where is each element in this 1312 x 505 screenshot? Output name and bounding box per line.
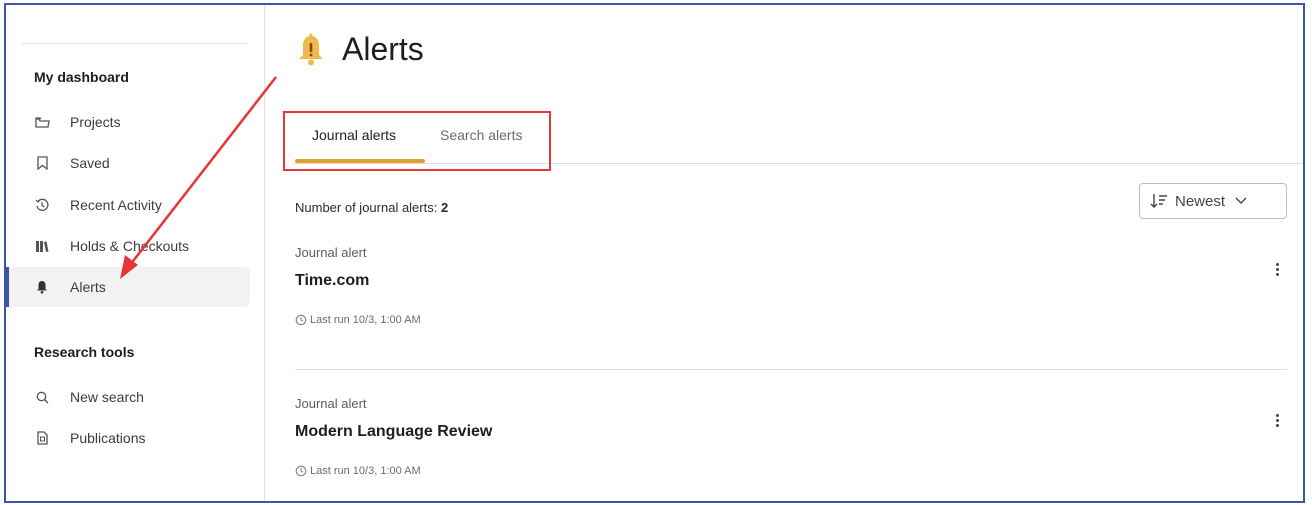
main-content: Alerts Journal alerts Search alerts Numb… (265, 5, 1303, 501)
document-icon (34, 430, 50, 446)
alert-name[interactable]: Time.com (295, 272, 1285, 290)
alert-menu-button[interactable] (1269, 259, 1285, 279)
app-window: My dashboard Projects Saved Recent Activ… (4, 3, 1305, 503)
sidebar-item-label: Saved (70, 155, 110, 171)
alert-type: Journal alert (295, 396, 367, 411)
alert-last-run-text: Last run 10/3, 1:00 AM (310, 314, 421, 326)
alert-count: Number of journal alerts: 2 (295, 200, 448, 215)
alert-last-run: Last run 10/3, 1:00 AM (295, 314, 1285, 326)
alert-last-run-text: Last run 10/3, 1:00 AM (310, 465, 421, 477)
bookmark-icon (34, 155, 50, 171)
sort-label: Newest (1175, 192, 1226, 210)
sidebar-heading-dashboard: My dashboard (34, 69, 129, 85)
clock-icon (295, 465, 307, 477)
alert-menu-button[interactable] (1269, 410, 1285, 430)
alert-name[interactable]: Modern Language Review (295, 423, 1285, 441)
alert-item: Journal alert Time.com Last run 10/3, 1:… (295, 245, 1285, 326)
bell-icon (296, 33, 326, 72)
sidebar-item-label: New search (70, 389, 144, 405)
sidebar-item-publications[interactable]: Publications (6, 418, 247, 458)
sort-dropdown[interactable]: Newest (1139, 183, 1287, 219)
sidebar-heading-research: Research tools (34, 344, 135, 360)
sidebar-item-projects[interactable]: Projects (6, 102, 247, 142)
clock-icon (295, 314, 307, 326)
alert-divider (295, 369, 1287, 370)
folder-icon (34, 114, 50, 130)
annotation-highlight-box (283, 111, 551, 171)
alert-type: Journal alert (295, 245, 367, 260)
sidebar-item-label: Projects (70, 114, 121, 130)
alert-item: Journal alert Modern Language Review Las… (295, 396, 1285, 477)
history-icon (34, 197, 50, 213)
sidebar-item-label: Alerts (70, 279, 106, 295)
sidebar-divider (22, 43, 248, 44)
alert-count-value: 2 (440, 200, 449, 215)
sidebar-item-holds-checkouts[interactable]: Holds & Checkouts (6, 226, 247, 266)
alert-last-run: Last run 10/3, 1:00 AM (295, 465, 1285, 477)
alert-count-label: Number of journal alerts: (295, 200, 438, 215)
bell-icon (34, 279, 50, 295)
sidebar-item-recent-activity[interactable]: Recent Activity (6, 185, 247, 225)
sidebar-item-saved[interactable]: Saved (6, 143, 247, 183)
page-title: Alerts (342, 31, 424, 67)
books-icon (34, 238, 50, 254)
sidebar-item-label: Recent Activity (70, 197, 162, 213)
sidebar-item-label: Publications (70, 430, 146, 446)
chevron-down-icon (1235, 197, 1247, 205)
sidebar-item-new-search[interactable]: New search (6, 377, 247, 417)
sidebar-item-alerts[interactable]: Alerts (6, 267, 250, 307)
sort-icon (1150, 193, 1168, 209)
sidebar-item-label: Holds & Checkouts (70, 238, 190, 254)
search-icon (34, 389, 50, 405)
sidebar: My dashboard Projects Saved Recent Activ… (6, 5, 265, 501)
